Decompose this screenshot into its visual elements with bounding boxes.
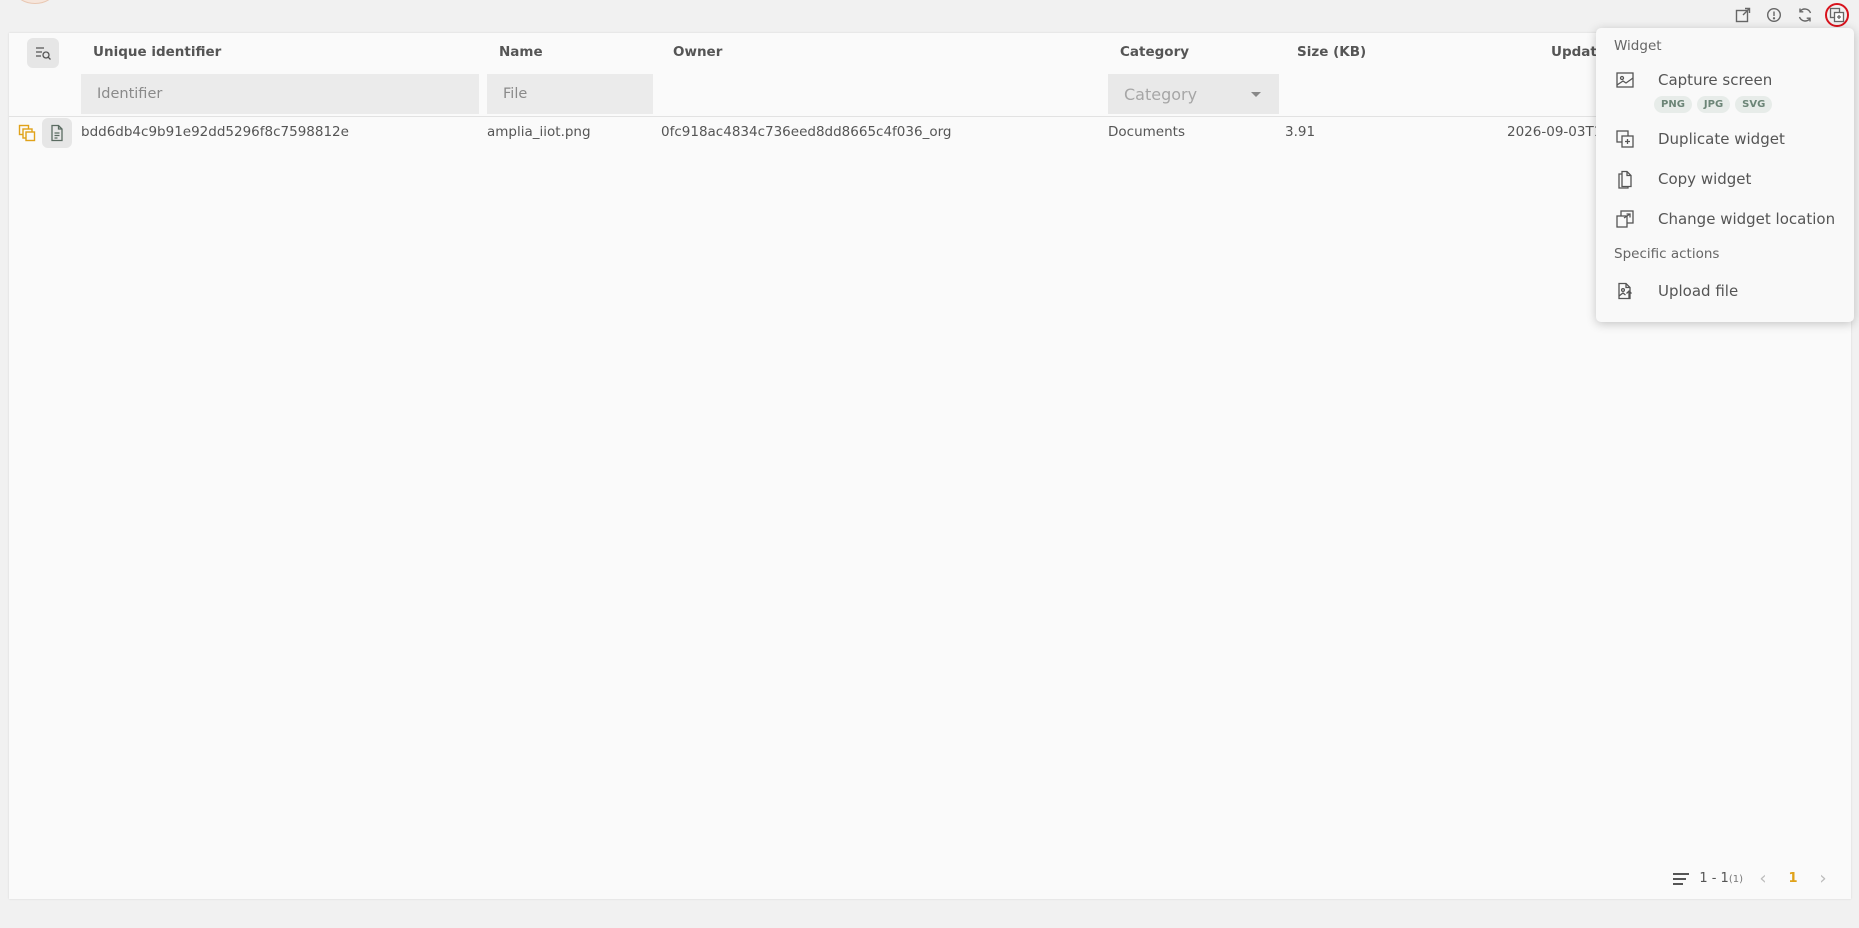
image-icon xyxy=(1614,69,1636,91)
table-widget: Unique identifier Name Owner Category Si… xyxy=(9,33,1851,899)
category-filter-placeholder: Category xyxy=(1124,84,1198,104)
menu-section-specific: Specific actions xyxy=(1614,246,1720,262)
format-chip-png[interactable]: PNG xyxy=(1654,96,1692,113)
change-widget-location-item[interactable]: Change widget location xyxy=(1596,199,1854,239)
copy-widget-label: Copy widget xyxy=(1658,170,1752,188)
identifier-filter-input[interactable] xyxy=(81,74,479,114)
cell-owner: 0fc918ac4834c736eed8dd8665c4f036_org xyxy=(661,124,952,140)
copy-icon xyxy=(1614,168,1636,190)
cell-name: amplia_iiot.png xyxy=(487,124,591,140)
capture-screen-item[interactable]: Capture screen xyxy=(1596,60,1854,100)
cell-identifier: bdd6db4c9b91e92dd5296f8c7598812e xyxy=(81,124,349,140)
upload-file-icon xyxy=(1614,280,1636,302)
column-header-identifier[interactable]: Unique identifier xyxy=(93,44,221,60)
cell-category: Documents xyxy=(1108,124,1185,140)
upload-file-item[interactable]: Upload file xyxy=(1596,271,1854,311)
pagination-total: (1) xyxy=(1728,874,1743,885)
copy-widget-item[interactable]: Copy widget xyxy=(1596,159,1854,199)
current-page[interactable]: 1 xyxy=(1783,871,1803,886)
open-external-icon[interactable] xyxy=(1732,4,1754,26)
capture-format-chips: PNG JPG SVG xyxy=(1654,96,1773,113)
chevron-down-icon xyxy=(1251,91,1261,97)
menu-section-widget: Widget xyxy=(1614,38,1662,54)
column-header-size[interactable]: Size (KB) xyxy=(1297,44,1366,60)
duplicate-icon xyxy=(1614,128,1636,150)
column-header-category[interactable]: Category xyxy=(1120,44,1189,60)
widget-actions-menu: Widget Capture screen PNG JPG SVG Duplic… xyxy=(1596,28,1854,322)
widget-menu-icon[interactable] xyxy=(1825,3,1849,27)
cell-updated: 2026-09-03T1 xyxy=(1507,124,1603,140)
header-divider xyxy=(9,116,1851,117)
cell-size: 3.91 xyxy=(1285,124,1316,140)
widget-toolbar xyxy=(1732,3,1849,27)
format-chip-jpg[interactable]: JPG xyxy=(1696,96,1731,113)
upload-file-label: Upload file xyxy=(1658,282,1739,300)
refresh-icon[interactable] xyxy=(1794,4,1816,26)
filter-toggle-button[interactable] xyxy=(27,38,59,68)
copy-row-icon[interactable] xyxy=(12,118,42,148)
page-size-icon[interactable] xyxy=(1673,872,1690,885)
format-chip-svg[interactable]: SVG xyxy=(1735,96,1773,113)
avatar[interactable] xyxy=(16,0,54,4)
previous-page-button[interactable]: ‹ xyxy=(1753,868,1773,889)
pagination-range-text: 1 - 1 xyxy=(1699,871,1729,886)
info-icon[interactable] xyxy=(1763,4,1785,26)
change-widget-location-label: Change widget location xyxy=(1658,210,1836,228)
file-filter-input[interactable] xyxy=(487,74,653,114)
next-page-button[interactable]: › xyxy=(1813,868,1833,889)
duplicate-widget-item[interactable]: Duplicate widget xyxy=(1596,119,1854,159)
document-icon[interactable] xyxy=(42,118,72,148)
move-widget-icon xyxy=(1614,208,1636,230)
column-header-owner[interactable]: Owner xyxy=(673,44,722,60)
pagination-range: 1 - 1(1) xyxy=(1699,871,1743,886)
category-filter-select[interactable]: Category xyxy=(1108,74,1279,114)
duplicate-widget-label: Duplicate widget xyxy=(1658,130,1785,148)
column-header-name[interactable]: Name xyxy=(499,44,543,60)
pagination: 1 - 1(1) ‹ 1 › xyxy=(1673,868,1833,889)
capture-screen-label: Capture screen xyxy=(1658,71,1773,89)
